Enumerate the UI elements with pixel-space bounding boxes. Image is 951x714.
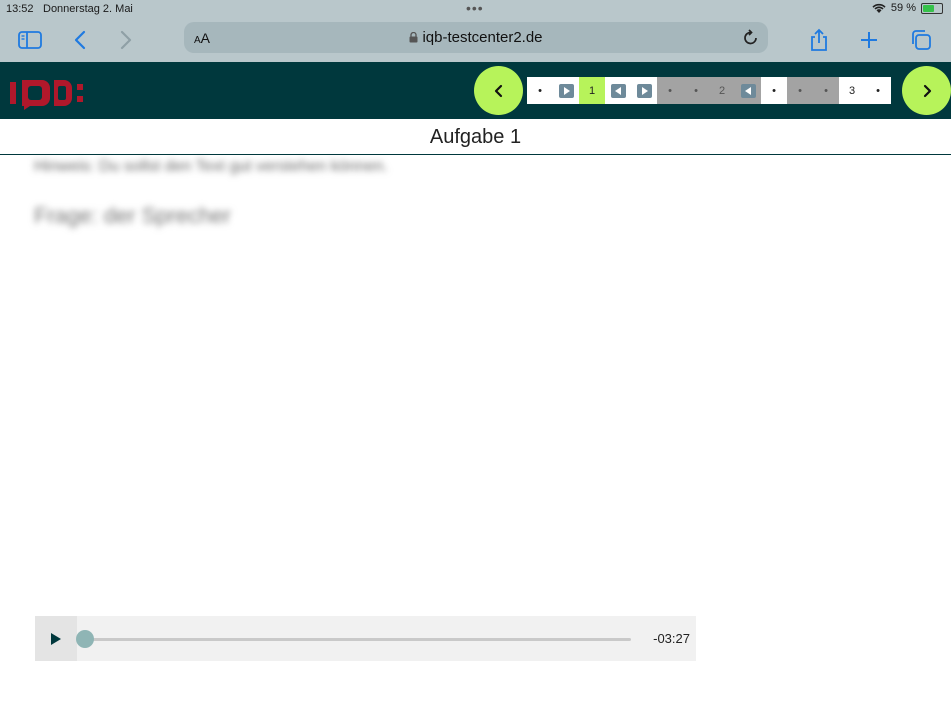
unit-dot-button[interactable]: • (813, 77, 839, 104)
unit-dot-button[interactable]: • (527, 77, 553, 104)
iqb-logo (10, 80, 83, 110)
unit-dot: • (694, 84, 698, 97)
battery-percent: 59 % (890, 2, 916, 14)
unit-play-back-button[interactable] (605, 77, 631, 104)
unit-dot-button[interactable]: • (787, 77, 813, 104)
play-button[interactable] (35, 616, 77, 661)
play-icon (51, 632, 61, 645)
url-display[interactable]: iqb-testcenter2.de (184, 29, 768, 46)
address-bar[interactable]: AA iqb-testcenter2.de (184, 22, 768, 53)
status-time: 13:52 (6, 3, 34, 15)
unit-play-forward-button[interactable] (631, 77, 657, 104)
reload-icon[interactable] (742, 27, 760, 47)
play-forward-icon (558, 83, 574, 98)
play-back-icon (740, 83, 756, 98)
app-header: • 1 • • 2 • • • 3 • (0, 62, 951, 119)
forward-icon[interactable] (110, 24, 142, 56)
previous-unit-button[interactable] (474, 66, 523, 115)
sidebar-toggle-icon[interactable] (14, 24, 46, 56)
multitask-dots-icon[interactable]: ••• (466, 0, 484, 16)
unit-dot: • (876, 84, 880, 97)
status-bar: 13:52 Donnerstag 2. Mai ••• 59 % (0, 0, 951, 18)
chevron-right-icon (923, 84, 931, 97)
blurred-question-text: Frage: der Sprecher (34, 203, 231, 228)
audio-player: -03:27 (35, 616, 696, 661)
unit-dot-button[interactable]: • (683, 77, 709, 104)
new-tab-icon[interactable] (853, 24, 885, 56)
unit-dot: • (772, 84, 776, 97)
status-date: Donnerstag 2. Mai (43, 3, 133, 15)
unit-number: 1 (588, 84, 596, 97)
unit-play-forward-button[interactable] (553, 77, 579, 104)
play-forward-icon (636, 83, 652, 98)
unit-number-button[interactable]: 1 (579, 77, 605, 104)
next-unit-button[interactable] (902, 66, 951, 115)
unit-number: 2 (718, 84, 726, 97)
audio-time-remaining: -03:27 (653, 631, 690, 646)
lock-icon (409, 31, 418, 43)
share-icon[interactable] (803, 24, 835, 56)
unit-dot-button[interactable]: • (865, 77, 891, 104)
wifi-icon (872, 3, 886, 13)
unit-number: 3 (848, 84, 856, 97)
chevron-left-icon (494, 84, 502, 97)
unit-dot-button[interactable]: • (761, 77, 787, 104)
unit-play-back-button[interactable] (735, 77, 761, 104)
unit-title-bar: Aufgabe 1 (0, 119, 951, 155)
audio-progress-track[interactable] (83, 638, 631, 641)
unit-navigation-bar: • 1 • • 2 • • • 3 • (527, 77, 891, 104)
unit-number-button[interactable]: 2 (709, 77, 735, 104)
unit-dot: • (824, 84, 828, 97)
url-text: iqb-testcenter2.de (422, 29, 543, 46)
blurred-instruction-text: Hinweis: Du sollst den Text gut verstehe… (34, 158, 388, 175)
tabs-overview-icon[interactable] (905, 24, 937, 56)
unit-dot: • (798, 84, 802, 97)
unit-dot: • (538, 84, 542, 97)
back-icon[interactable] (64, 24, 96, 56)
page-title: Aufgabe 1 (429, 126, 522, 148)
unit-dot: • (668, 84, 672, 97)
battery-icon (921, 2, 943, 14)
status-indicators: 59 % (872, 2, 943, 14)
browser-toolbar: AA iqb-testcenter2.de (0, 18, 951, 62)
unit-dot-button[interactable]: • (657, 77, 683, 104)
unit-number-button[interactable]: 3 (839, 77, 865, 104)
play-back-icon (610, 83, 626, 98)
audio-progress-handle[interactable] (76, 630, 94, 648)
